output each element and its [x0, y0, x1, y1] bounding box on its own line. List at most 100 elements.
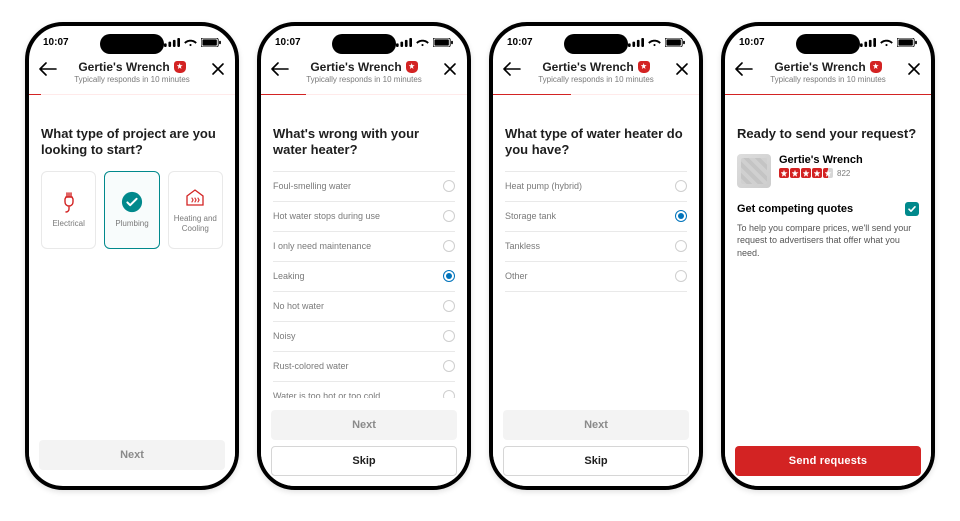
yelp-badge-icon: [174, 61, 186, 73]
back-button[interactable]: [503, 62, 521, 81]
signal-icon: [628, 38, 644, 47]
page-title: Gertie's Wrench: [542, 60, 633, 74]
radio-icon: [443, 390, 455, 398]
phone-screen-2: 10:07 Gertie's Wrench Typically responds…: [257, 22, 471, 490]
wifi-icon: [648, 38, 661, 47]
dynamic-island: [100, 34, 164, 54]
skip-button[interactable]: Skip: [503, 446, 689, 476]
project-card-plumbing[interactable]: Plumbing: [104, 171, 159, 249]
page-header: Gertie's Wrench Typically responds in 10…: [725, 58, 931, 95]
competing-quotes-checkbox[interactable]: [905, 202, 919, 216]
phone-screen-4: 10:07 Gertie's Wrench Typically responds…: [721, 22, 935, 490]
wifi-icon: [880, 38, 893, 47]
back-button[interactable]: [735, 62, 753, 81]
project-card-hvac[interactable]: Heating and Cooling: [168, 171, 223, 249]
radio-icon: [443, 240, 455, 252]
status-indicators: [860, 38, 917, 47]
radio-icon: [675, 210, 687, 222]
option-row[interactable]: Leaking: [273, 262, 455, 292]
progress-bar: [29, 94, 235, 96]
option-row[interactable]: Noisy: [273, 322, 455, 352]
yelp-badge-icon: [638, 61, 650, 73]
radio-icon: [443, 180, 455, 192]
signal-icon: [860, 38, 876, 47]
arrow-left-icon: [271, 62, 289, 76]
next-button[interactable]: Next: [39, 440, 225, 470]
project-card-label: Plumbing: [115, 219, 148, 228]
question-heading: What's wrong with your water heater?: [273, 126, 455, 159]
option-row[interactable]: Rust-colored water: [273, 352, 455, 382]
back-button[interactable]: [39, 62, 57, 81]
project-card-label: Heating and Cooling: [169, 214, 222, 232]
option-row[interactable]: Other: [505, 262, 687, 292]
option-row[interactable]: Hot water stops during use: [273, 202, 455, 232]
close-button[interactable]: [443, 62, 457, 81]
wifi-icon: [416, 38, 429, 47]
competing-quotes-body: To help you compare prices, we'll send y…: [737, 222, 919, 258]
check-icon: [907, 204, 917, 214]
close-icon: [907, 62, 921, 76]
back-button[interactable]: [271, 62, 289, 81]
progress-bar: [261, 94, 467, 96]
option-label: Hot water stops during use: [273, 211, 380, 221]
rating-stars: 822: [779, 168, 867, 178]
option-label: I only need maintenance: [273, 241, 371, 251]
option-row[interactable]: Foul-smelling water: [273, 172, 455, 202]
skip-button[interactable]: Skip: [271, 446, 457, 476]
business-card: Gertie's Wrench 822: [737, 154, 919, 188]
page-subtitle: Typically responds in 10 minutes: [770, 75, 886, 84]
close-button[interactable]: [675, 62, 689, 81]
yelp-badge-icon: [870, 61, 882, 73]
page-subtitle: Typically responds in 10 minutes: [306, 75, 422, 84]
progress-bar: [725, 94, 931, 96]
review-count: 822: [837, 169, 850, 178]
status-indicators: [164, 38, 221, 47]
next-button[interactable]: Next: [271, 410, 457, 440]
status-time: 10:07: [43, 37, 69, 48]
option-row[interactable]: Storage tank: [505, 202, 687, 232]
dynamic-island: [796, 34, 860, 54]
page-header: Gertie's Wrench Typically responds in 10…: [493, 58, 699, 95]
arrow-left-icon: [735, 62, 753, 76]
page-title: Gertie's Wrench: [310, 60, 401, 74]
option-row[interactable]: I only need maintenance: [273, 232, 455, 262]
radio-icon: [443, 210, 455, 222]
phone-screen-1: 10:07 Gertie's Wrench Typically responds…: [25, 22, 239, 490]
plug-icon: [58, 191, 80, 213]
radio-icon: [443, 360, 455, 372]
option-row[interactable]: Tankless: [505, 232, 687, 262]
radio-icon: [443, 330, 455, 342]
option-row[interactable]: Water is too hot or too cold: [273, 382, 455, 399]
battery-icon: [897, 38, 917, 47]
battery-icon: [201, 38, 221, 47]
option-row[interactable]: No hot water: [273, 292, 455, 322]
page-subtitle: Typically responds in 10 minutes: [74, 75, 190, 84]
radio-icon: [675, 180, 687, 192]
wifi-icon: [184, 38, 197, 47]
send-requests-button[interactable]: Send requests: [735, 446, 921, 476]
page-subtitle: Typically responds in 10 minutes: [538, 75, 654, 84]
dynamic-island: [564, 34, 628, 54]
project-card-label: Electrical: [52, 219, 84, 228]
page-header: Gertie's Wrench Typically responds in 10…: [29, 58, 235, 95]
question-heading: What type of water heater do you have?: [505, 126, 687, 159]
question-heading: Ready to send your request?: [737, 126, 919, 142]
option-label: Leaking: [273, 271, 305, 281]
battery-icon: [433, 38, 453, 47]
close-icon: [211, 62, 225, 76]
yelp-badge-icon: [406, 61, 418, 73]
status-time: 10:07: [275, 37, 301, 48]
option-label: Storage tank: [505, 211, 556, 221]
radio-icon: [675, 270, 687, 282]
arrow-left-icon: [503, 62, 521, 76]
business-avatar: [737, 154, 771, 188]
close-button[interactable]: [907, 62, 921, 81]
progress-bar: [493, 94, 699, 96]
close-button[interactable]: [211, 62, 225, 81]
next-button[interactable]: Next: [503, 410, 689, 440]
option-row[interactable]: Heat pump (hybrid): [505, 172, 687, 202]
option-label: Tankless: [505, 241, 540, 251]
signal-icon: [164, 38, 180, 47]
project-card-electrical[interactable]: Electrical: [41, 171, 96, 249]
home-heat-icon: [184, 186, 206, 208]
